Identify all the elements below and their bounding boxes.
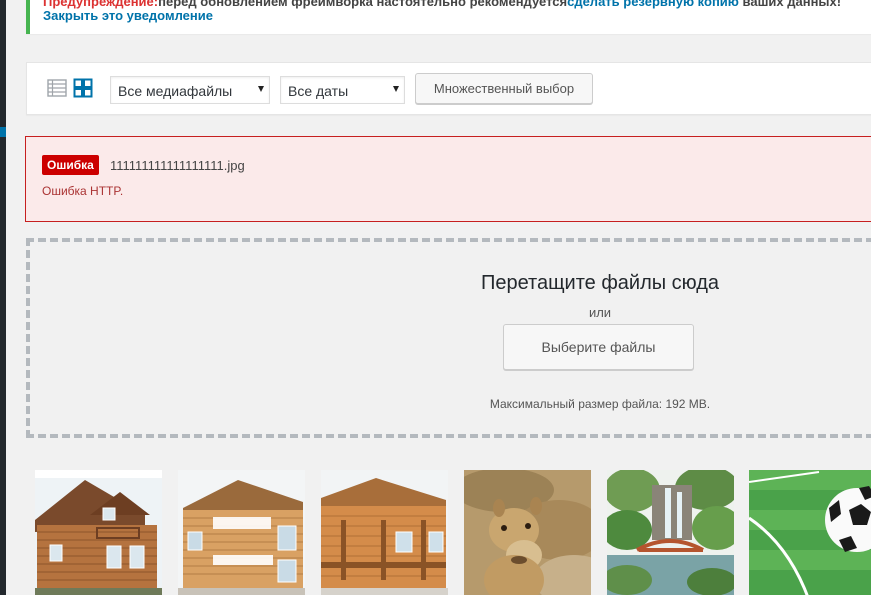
upload-dropzone[interactable]: Перетащите файлы сюда или Выберите файлы…: [26, 238, 871, 438]
attachment-thumbnail-waterfall-garden[interactable]: [607, 470, 734, 595]
bulk-select-button[interactable]: Множественный выбор: [415, 73, 593, 104]
date-filter[interactable]: Все даты: [280, 76, 405, 104]
admin-menu-current-indicator: [0, 127, 6, 137]
notice-warning-tail: ваших данных!: [742, 0, 842, 9]
media-toolbar: Все медиафайлы Все даты Множественный вы…: [26, 62, 871, 115]
dismiss-notice-link[interactable]: Закрыть это уведомление: [43, 8, 213, 23]
select-files-button[interactable]: Выберите файлы: [503, 324, 694, 370]
dropzone-title: Перетащите файлы сюда: [480, 272, 720, 294]
attachment-thumbnail-camel[interactable]: [464, 470, 591, 595]
grid-view-icon[interactable]: [73, 78, 93, 98]
attachment-thumbnail-log-house-2[interactable]: [178, 470, 305, 595]
framework-update-notice: Предупреждение:перед обновлением фреймво…: [26, 0, 871, 34]
attachment-thumbnail-soccer-ball[interactable]: [749, 470, 871, 595]
list-view-icon[interactable]: [47, 78, 67, 98]
attachment-thumbnail-log-house-1[interactable]: [35, 470, 162, 595]
chevron-down-icon: [393, 86, 399, 92]
date-filter-value: Все даты: [288, 83, 349, 99]
dropzone-or: или: [588, 305, 612, 320]
max-upload-size: Максимальный размер файла: 192 MB.: [489, 397, 711, 411]
media-type-filter[interactable]: Все медиафайлы: [110, 76, 270, 104]
notice-warning-text: перед обновлением фреймворка настоятельн…: [158, 0, 568, 9]
error-filename: 111111111111111111.jpg: [110, 158, 245, 173]
notice-backup-link[interactable]: сделать резервную копию: [567, 0, 739, 9]
upload-error-notice: Ошибка 111111111111111111.jpg Ошибка HTT…: [25, 136, 871, 222]
admin-sidebar-edge: [0, 0, 6, 595]
error-badge: Ошибка: [42, 155, 99, 175]
chevron-down-icon: [258, 86, 264, 92]
error-message: Ошибка HTTP.: [42, 184, 124, 198]
attachment-thumbnail-log-house-3[interactable]: [321, 470, 448, 595]
media-type-filter-value: Все медиафайлы: [118, 83, 233, 99]
